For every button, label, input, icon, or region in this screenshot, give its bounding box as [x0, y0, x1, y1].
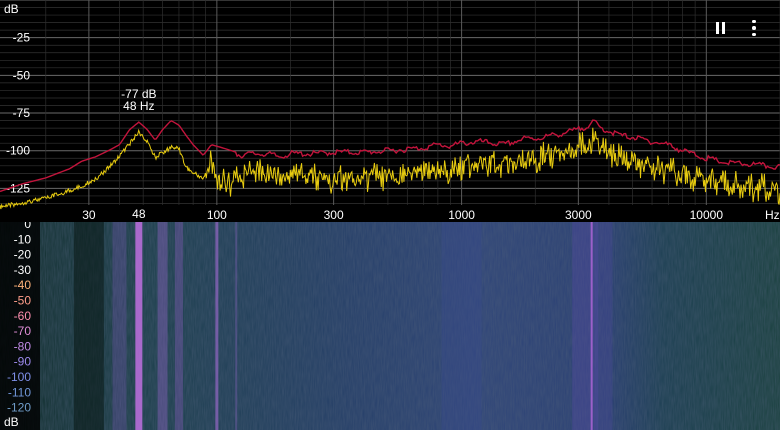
db-scale-tick: -120: [7, 401, 31, 415]
spectrogram-band: [235, 222, 238, 430]
spectrogram-band: [572, 222, 599, 430]
spectrogram-band: [112, 222, 127, 430]
x-tick-label: 3000: [565, 208, 592, 222]
x-tick-labels: 30 100 300 1000 3000 10000: [82, 208, 723, 222]
x-tick-label: 100: [207, 208, 227, 222]
x-tick-label: 1000: [448, 208, 475, 222]
spectrogram-band: [441, 222, 482, 430]
more-vert-icon: [752, 18, 756, 38]
toolbar: [712, 18, 762, 38]
y-tick-label: -25: [13, 31, 31, 45]
peak-annotation: -77 dB 48 Hz 48: [121, 87, 156, 221]
peak-hz-label: 48 Hz: [123, 99, 154, 113]
live-spectrum-line: [0, 127, 780, 210]
db-scale-unit: dB: [4, 415, 19, 429]
db-scale-tick: -40: [14, 278, 32, 292]
db-scale-tick: -60: [14, 309, 32, 323]
x-tick-label: 30: [82, 208, 96, 222]
more-options-button[interactable]: [746, 18, 762, 38]
db-scale-tick: -10: [14, 232, 32, 246]
x-tick-label: 300: [324, 208, 344, 222]
db-scale-tick: -90: [14, 355, 32, 369]
spectrogram-band: [594, 222, 613, 430]
db-scale-tick: -110: [8, 385, 31, 399]
y-unit-label: dB: [4, 2, 19, 16]
pause-icon: [714, 22, 726, 34]
db-scale-tick: -100: [7, 370, 31, 384]
pause-button[interactable]: [712, 18, 728, 38]
peak-freq-marker: 48: [132, 207, 146, 221]
x-unit-label: Hz: [765, 208, 780, 222]
spectrogram[interactable]: 0-10 -20-30-40 -50-60-70-80 -90-100-110 -120…: [0, 222, 780, 430]
db-scale-tick: -50: [14, 294, 32, 308]
spectrogram-band: [174, 222, 183, 430]
db-scale-tick: 0: [24, 222, 31, 231]
spectrogram-band: [73, 222, 104, 430]
spectrum-chart[interactable]: dB -25-50-75-100-125 30 100 300 1000 3000 100…: [0, 0, 780, 222]
spectrogram-band: [157, 222, 168, 430]
y-tick-label: -50: [13, 68, 31, 82]
y-tick-label: -100: [6, 144, 30, 158]
spectrogram-band: [215, 222, 219, 430]
db-scale-tick: -80: [14, 339, 32, 353]
db-scale-tick: -30: [14, 263, 32, 277]
db-scale-tick: -20: [14, 248, 32, 262]
x-tick-label: 10000: [690, 208, 724, 222]
db-scale-tick: -70: [14, 324, 32, 338]
y-tick-label: -75: [13, 106, 31, 120]
spectrogram-band: [135, 222, 143, 430]
